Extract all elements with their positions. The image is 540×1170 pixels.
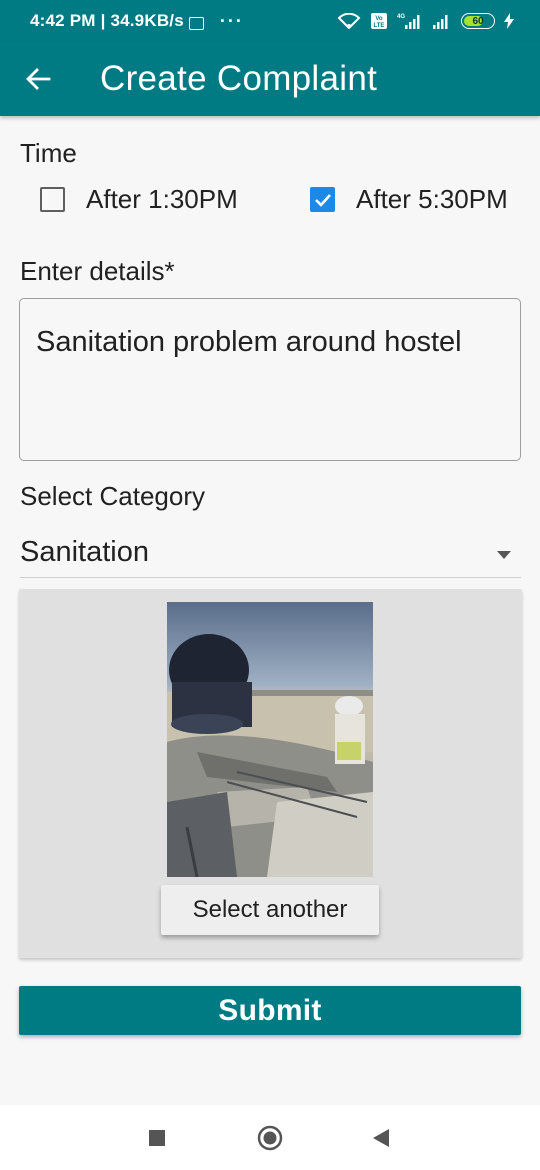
svg-text:4G: 4G — [397, 14, 405, 20]
checkbox-after-1-30pm[interactable]: After 1:30PM — [40, 184, 238, 215]
checkbox-checked-icon[interactable] — [310, 187, 335, 212]
svg-text:Vo: Vo — [375, 16, 383, 22]
battery-icon: 60 — [461, 13, 495, 29]
details-value: Sanitation problem around hostel — [36, 326, 462, 358]
checkbox-after-5-30pm[interactable]: After 5:30PM — [310, 184, 508, 215]
back-nav-button[interactable] — [366, 1123, 396, 1153]
dropdown-arrow-icon — [497, 551, 511, 559]
recents-button[interactable] — [142, 1123, 172, 1153]
wifi-icon — [337, 13, 361, 29]
time-label: Time — [20, 138, 77, 168]
details-label: Enter details* — [20, 256, 175, 286]
checkbox-label: After 5:30PM — [356, 184, 508, 214]
system-nav-bar — [0, 1105, 540, 1170]
circle-home-icon — [257, 1125, 283, 1151]
home-button[interactable] — [255, 1123, 285, 1153]
submit-button[interactable]: Submit — [19, 986, 521, 1035]
category-label: Select Category — [20, 481, 205, 511]
arrow-left-icon — [26, 68, 51, 90]
battery-level: 60 — [472, 15, 484, 27]
charging-icon — [504, 13, 514, 29]
select-another-button[interactable]: Select another — [161, 885, 379, 935]
square-recents-icon — [149, 1130, 165, 1146]
category-dropdown[interactable]: Sanitation — [20, 536, 521, 578]
category-value: Sanitation — [20, 536, 149, 568]
signal-4g-icon: 4G — [397, 14, 420, 29]
back-button[interactable] — [0, 42, 76, 116]
status-time: 4:42 PM | 34.9KB/s — [30, 11, 184, 30]
triangle-back-icon — [373, 1129, 389, 1147]
photo-image — [167, 602, 373, 877]
complaint-photo — [167, 602, 373, 877]
page-title: Create Complaint — [100, 59, 378, 98]
checkbox-unchecked-icon[interactable] — [40, 187, 65, 212]
checkbox-label: After 1:30PM — [86, 184, 238, 214]
details-textarea[interactable]: Sanitation problem around hostel — [19, 298, 521, 461]
volte-icon: Vo LTE — [371, 13, 387, 29]
status-icons: Vo LTE 4G 60 — [337, 12, 514, 30]
notification-icon — [188, 16, 204, 30]
signal-icon — [433, 15, 448, 29]
more-notifications-icon: ··· — [219, 10, 244, 31]
checkmark-icon — [314, 193, 331, 207]
status-bar: 4:42 PM | 34.9KB/s ··· Vo LTE 4G 60 — [0, 0, 540, 42]
image-card: Select another — [19, 589, 522, 958]
svg-text:LTE: LTE — [374, 23, 385, 29]
app-bar: Create Complaint — [0, 42, 540, 116]
